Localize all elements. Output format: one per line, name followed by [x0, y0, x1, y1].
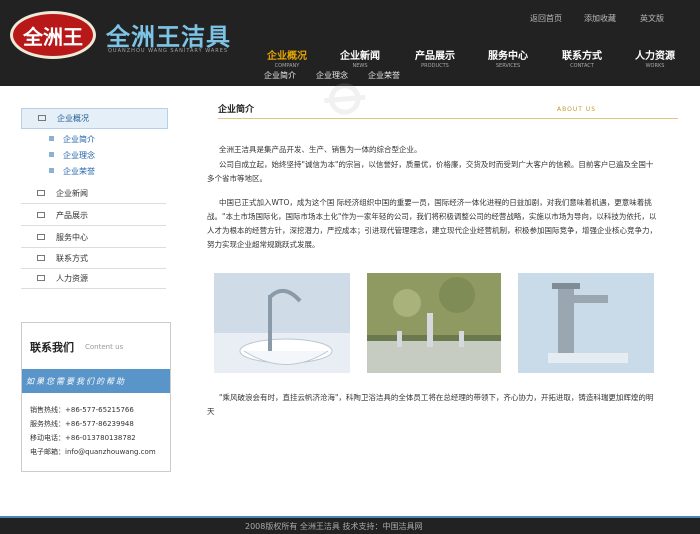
page-title: 企业简介: [218, 105, 255, 115]
sidebar-subitem-label: 企业简介: [63, 135, 95, 144]
intro-paragraph-1: 全洲王洁具是集产品开发、生产、销售为一体的综合型企业。: [219, 145, 422, 154]
nav-contact[interactable]: 联系方式 CONTACT: [547, 47, 617, 69]
footer: 2008版权所有 全洲王洁具 技术支持：中国洁具网: [0, 516, 700, 534]
logo-text: 全洲王: [23, 24, 83, 49]
footer-copyright: 2008版权所有 全洲王洁具 技术支持：中国洁具网: [245, 522, 423, 531]
subnav-intro[interactable]: 企业简介: [264, 70, 296, 81]
sidebar-item-label: 企业新闻: [56, 189, 88, 198]
mail-icon: [37, 255, 45, 261]
sidebar-item-label: 产品展示: [56, 211, 88, 220]
nav-label: 人力资源: [635, 51, 675, 62]
logo[interactable]: 全洲王: [10, 11, 96, 59]
sidebar-item-works[interactable]: 人力资源: [21, 269, 166, 289]
sidebar-item-news[interactable]: 企业新闻: [21, 184, 166, 204]
nav-label-en: COMPANY: [274, 63, 300, 69]
english-link[interactable]: 英文版: [640, 13, 664, 24]
email-address[interactable]: 电子邮箱：info@quanzhouwang.com: [30, 447, 156, 457]
header: 全洲王 全洲王洁具 QUANZHOU WANG SANITARY WARES 返…: [0, 0, 700, 86]
sidebar-item-services[interactable]: 服务中心: [21, 228, 166, 248]
intro-paragraph-3: 中国已正式加入WTO，成为这个国 际经济组织中国的重要一员，国际经济一体化进程的…: [207, 198, 657, 249]
contact-panel: 联系我们 Content us 如果您需要我们的帮助 销售热线：+86-577-…: [21, 322, 171, 472]
contact-title: 联系我们: [30, 341, 74, 354]
bullet-icon: [49, 168, 54, 173]
sidebar-item-company[interactable]: 企业概况: [21, 108, 168, 129]
sidebar-item-contact[interactable]: 联系方式: [21, 249, 166, 269]
brand-name-en: QUANZHOU WANG SANITARY WARES: [108, 48, 229, 54]
mail-icon: [37, 190, 45, 196]
nav-company[interactable]: 企业概况 COMPANY: [252, 47, 322, 69]
sidebar-item-label: 人力资源: [56, 274, 88, 283]
nav-news[interactable]: 企业新闻 NEWS: [325, 47, 395, 69]
nav-label: 企业概况: [267, 51, 307, 62]
brand-name: 全洲王洁具: [106, 22, 231, 51]
sidebar-item-label: 企业概况: [57, 114, 89, 123]
closing-paragraph: "乘风破浪会有时，直挂云帆济沧海"，科陶卫浴洁具的全体员工将在总经理的带领下，齐…: [207, 393, 654, 416]
sidebar-subitem-label: 企业理念: [63, 151, 95, 160]
contact-subtitle: Content us: [85, 343, 124, 351]
nav-label: 产品展示: [415, 51, 455, 62]
favorite-link[interactable]: 添加收藏: [584, 13, 616, 24]
home-link[interactable]: 返回首页: [530, 13, 562, 24]
sidebar-subitem-honors[interactable]: 企业荣誉: [21, 163, 166, 179]
intro-paragraph-2: 公司自成立起，始终坚持"诚信为本"的宗旨，以信誉好，质量优，价格廉，交货及时而受…: [207, 160, 654, 183]
sales-hotline: 销售热线：+86-577-65215766: [30, 406, 134, 414]
mail-icon: [37, 234, 45, 240]
nav-services[interactable]: 服务中心 SERVICES: [473, 47, 543, 69]
sidebar-item-label: 联系方式: [56, 254, 88, 263]
sidebar-item-label: 服务中心: [56, 233, 88, 242]
mail-icon: [37, 275, 45, 281]
bullet-icon: [49, 136, 54, 141]
nav-label: 企业新闻: [340, 51, 380, 62]
mobile-phone: 移动电话：+86-013780138782: [30, 434, 136, 442]
title-divider: [218, 118, 678, 119]
nav-label-en: SERVICES: [495, 63, 521, 69]
bullet-icon: [49, 152, 54, 157]
sidebar-item-products[interactable]: 产品展示: [21, 206, 166, 226]
nav-label-en: WORKS: [645, 63, 665, 69]
product-image-bath-faucet: [367, 273, 501, 373]
sidebar-subitem-intro[interactable]: 企业简介: [21, 131, 166, 147]
nav-label: 联系方式: [562, 51, 602, 62]
contact-banner: 如果您需要我们的帮助: [22, 369, 170, 393]
nav-label-en: NEWS: [352, 63, 368, 69]
subnav-honors[interactable]: 企业荣誉: [368, 70, 400, 81]
subnav-philosophy[interactable]: 企业理念: [316, 70, 348, 81]
nav-works[interactable]: 人力资源 WORKS: [620, 47, 690, 69]
nav-label-en: PRODUCTS: [421, 63, 449, 69]
sidebar-subitem-label: 企业荣誉: [63, 167, 95, 176]
mail-icon: [38, 115, 46, 121]
sidebar-subitem-philosophy[interactable]: 企业理念: [21, 147, 166, 163]
product-image-square-faucet: [518, 273, 654, 373]
nav-label: 服务中心: [488, 51, 528, 62]
nav-label-en: CONTACT: [570, 63, 594, 69]
nav-products[interactable]: 产品展示 PRODUCTS: [400, 47, 470, 69]
service-hotline: 服务热线：+86-577-86239948: [30, 420, 134, 428]
mail-icon: [37, 212, 45, 218]
page-title-en: ABOUT US: [557, 106, 597, 113]
product-image-basin-faucet: [214, 273, 350, 373]
contact-banner-text: 如果您需要我们的帮助: [26, 377, 126, 386]
